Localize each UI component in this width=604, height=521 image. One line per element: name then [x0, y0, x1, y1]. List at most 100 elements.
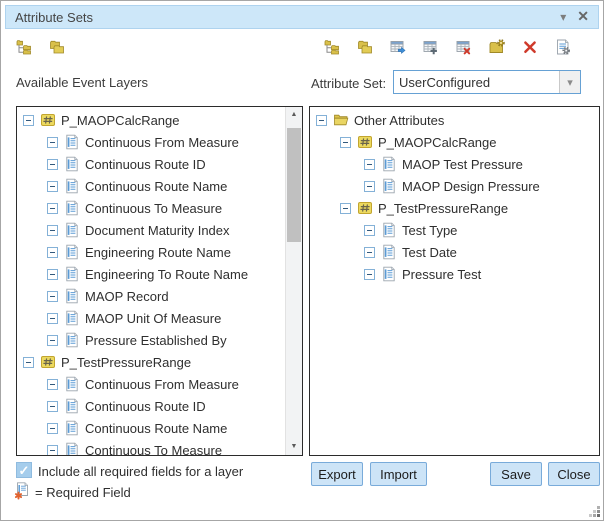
include-required-fields-checkbox[interactable] [16, 462, 32, 478]
collapse-minus-icon[interactable] [47, 401, 58, 412]
include-required-fields-label: Include all required fields for a layer [38, 464, 243, 479]
table-x-button[interactable] [456, 37, 476, 57]
tree-row[interactable]: Continuous To Measure [17, 197, 285, 219]
title-bar-controls [560, 9, 589, 25]
tree-row[interactable]: Engineering To Route Name [17, 263, 285, 285]
tree-row[interactable]: Other Attributes [310, 109, 599, 131]
delete-x-icon [522, 39, 538, 55]
tree-row[interactable]: MAOP Record [17, 285, 285, 307]
attribute-set-panel: Other Attributes P_MAOPCalcRange MAOP Test… [309, 106, 600, 456]
collapse-minus-icon[interactable] [47, 247, 58, 258]
collapse-minus-icon[interactable] [23, 115, 34, 126]
tree-row[interactable]: P_MAOPCalcRange [310, 131, 599, 153]
scroll-up-icon[interactable] [286, 107, 302, 123]
scrollbar-thumb[interactable] [287, 128, 301, 242]
tree-row[interactable]: MAOP Unit Of Measure [17, 307, 285, 329]
tree-row[interactable]: Pressure Test [310, 263, 599, 285]
tree-hierarchy-button[interactable] [16, 37, 36, 57]
tree-row[interactable]: Pressure Established By [17, 329, 285, 351]
document-gear-button[interactable] [555, 37, 575, 57]
close-button[interactable]: Close [548, 462, 600, 486]
collapse-minus-icon[interactable] [47, 159, 58, 170]
resize-grip-icon[interactable] [588, 505, 601, 518]
tree-item-label: P_MAOPCalcRange [61, 113, 180, 128]
collapse-minus-icon[interactable] [364, 181, 375, 192]
import-button[interactable]: Import [370, 462, 427, 486]
delete-x-button[interactable] [522, 37, 542, 57]
vertical-scrollbar[interactable] [285, 107, 302, 455]
collapse-minus-icon[interactable] [340, 137, 351, 148]
tree-item-label: Test Type [402, 223, 457, 238]
collapse-minus-icon[interactable] [47, 335, 58, 346]
tree-row[interactable]: Test Date [310, 241, 599, 263]
tree-row[interactable]: Continuous From Measure [17, 131, 285, 153]
attribute-set-combobox[interactable]: UserConfigured [393, 70, 581, 94]
table-plus-button[interactable] [423, 37, 443, 57]
tree-row[interactable]: MAOP Test Pressure [310, 153, 599, 175]
combobox-dropdown-icon[interactable] [559, 71, 580, 93]
tree-row[interactable]: P_MAOPCalcRange [17, 109, 285, 131]
field-icon [64, 178, 80, 194]
field-icon [64, 288, 80, 304]
tree-row[interactable]: P_TestPressureRange [310, 197, 599, 219]
tree-row[interactable]: Engineering Route Name [17, 241, 285, 263]
folders-button[interactable] [357, 37, 377, 57]
tree-row[interactable]: Continuous Route ID [17, 395, 285, 417]
collapse-minus-icon[interactable] [47, 379, 58, 390]
attribute-set-tree: Other Attributes P_MAOPCalcRange MAOP Test… [310, 109, 599, 285]
collapse-minus-icon[interactable] [47, 313, 58, 324]
tree-item-label: Continuous To Measure [85, 443, 222, 457]
tree-row[interactable]: Test Type [310, 219, 599, 241]
folders-button[interactable] [49, 37, 69, 57]
field-icon [381, 156, 397, 172]
collapse-minus-icon[interactable] [23, 357, 34, 368]
field-icon [64, 332, 80, 348]
collapse-minus-icon[interactable] [47, 137, 58, 148]
tree-row[interactable]: MAOP Design Pressure [310, 175, 599, 197]
table-arrow-button[interactable] [390, 37, 410, 57]
field-icon [64, 420, 80, 436]
folder-gear-button[interactable] [489, 37, 509, 57]
save-button[interactable]: Save [490, 462, 542, 486]
dialog-title: Attribute Sets [15, 10, 93, 25]
collapse-minus-icon[interactable] [47, 291, 58, 302]
collapse-minus-icon[interactable] [47, 181, 58, 192]
available-event-layers-label: Available Event Layers [16, 75, 148, 90]
scroll-down-icon[interactable] [286, 439, 302, 455]
collapse-minus-icon[interactable] [47, 445, 58, 456]
tree-row[interactable]: Document Maturity Index [17, 219, 285, 241]
collapse-minus-icon[interactable] [364, 247, 375, 258]
tree-hierarchy-button[interactable] [324, 37, 344, 57]
collapse-minus-icon[interactable] [364, 159, 375, 170]
attribute-set-label: Attribute Set: [311, 76, 386, 91]
tree-item-label: P_TestPressureRange [378, 201, 508, 216]
collapse-minus-icon[interactable] [364, 225, 375, 236]
collapse-minus-icon[interactable] [47, 203, 58, 214]
tree-item-label: P_TestPressureRange [61, 355, 191, 370]
field-icon [64, 222, 80, 238]
collapse-minus-icon[interactable] [364, 269, 375, 280]
tree-row[interactable]: Continuous To Measure [17, 439, 285, 456]
collapse-caret-icon[interactable] [560, 9, 566, 25]
tree-row[interactable]: Continuous Route ID [17, 153, 285, 175]
collapse-minus-icon[interactable] [340, 203, 351, 214]
tree-row[interactable]: P_TestPressureRange [17, 351, 285, 373]
table-plus-icon [423, 39, 439, 55]
tree-item-label: P_MAOPCalcRange [378, 135, 497, 150]
tree-item-label: MAOP Design Pressure [402, 179, 540, 194]
collapse-minus-icon[interactable] [316, 115, 327, 126]
export-button[interactable]: Export [311, 462, 363, 486]
tree-item-label: Continuous Route Name [85, 421, 227, 436]
tree-row[interactable]: Continuous Route Name [17, 417, 285, 439]
collapse-minus-icon[interactable] [47, 225, 58, 236]
close-icon[interactable] [577, 9, 589, 25]
tree-row[interactable]: Continuous Route Name [17, 175, 285, 197]
collapse-minus-icon[interactable] [47, 423, 58, 434]
field-icon [64, 266, 80, 282]
collapse-minus-icon[interactable] [47, 269, 58, 280]
field-icon [64, 398, 80, 414]
tree-item-label: Continuous Route ID [85, 399, 206, 414]
tree-row[interactable]: Continuous From Measure [17, 373, 285, 395]
tree-item-label: Continuous Route ID [85, 157, 206, 172]
folders-icon [357, 39, 373, 55]
